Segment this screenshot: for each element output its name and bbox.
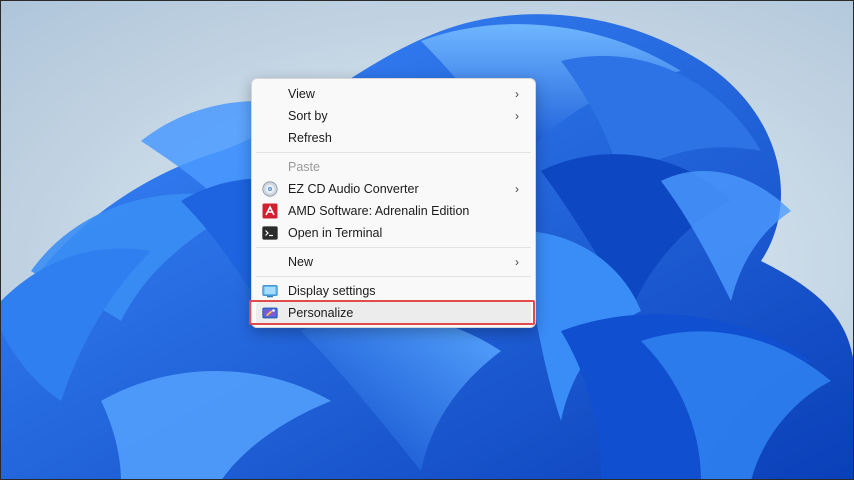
amd-icon [262,203,278,219]
terminal-icon [262,226,278,240]
menu-item-label: Refresh [288,131,332,145]
menu-item-sort-by[interactable]: Sort by › [256,105,531,127]
menu-item-refresh[interactable]: Refresh [256,127,531,149]
menu-item-display-settings[interactable]: Display settings [256,280,531,302]
menu-item-paste: Paste [256,156,531,178]
chevron-right-icon: › [515,87,519,101]
menu-item-open-in-terminal[interactable]: Open in Terminal [256,222,531,244]
menu-item-amd-software[interactable]: AMD Software: Adrenalin Edition [256,200,531,222]
menu-item-label: Paste [288,160,320,174]
desktop[interactable]: View › Sort by › Refresh Paste EZ CD Aud… [0,0,854,480]
menu-item-new[interactable]: New › [256,251,531,273]
menu-item-label: View [288,87,315,101]
menu-item-label: Open in Terminal [288,226,383,240]
chevron-right-icon: › [515,182,519,196]
menu-item-label: Sort by [288,109,328,123]
display-icon [262,285,278,298]
highlight-box [249,300,535,325]
cd-icon [262,181,278,197]
menu-separator [256,276,531,277]
chevron-right-icon: › [515,109,519,123]
chevron-right-icon: › [515,255,519,269]
menu-separator [256,152,531,153]
menu-item-ez-cd-audio-converter[interactable]: EZ CD Audio Converter › [256,178,531,200]
menu-item-label: New [288,255,314,269]
menu-separator [256,247,531,248]
desktop-context-menu: View › Sort by › Refresh Paste EZ CD Aud… [251,78,536,328]
menu-item-label: AMD Software: Adrenalin Edition [288,204,470,218]
menu-item-view[interactable]: View › [256,83,531,105]
menu-item-label: EZ CD Audio Converter [288,182,419,196]
menu-item-label: Display settings [288,284,376,298]
